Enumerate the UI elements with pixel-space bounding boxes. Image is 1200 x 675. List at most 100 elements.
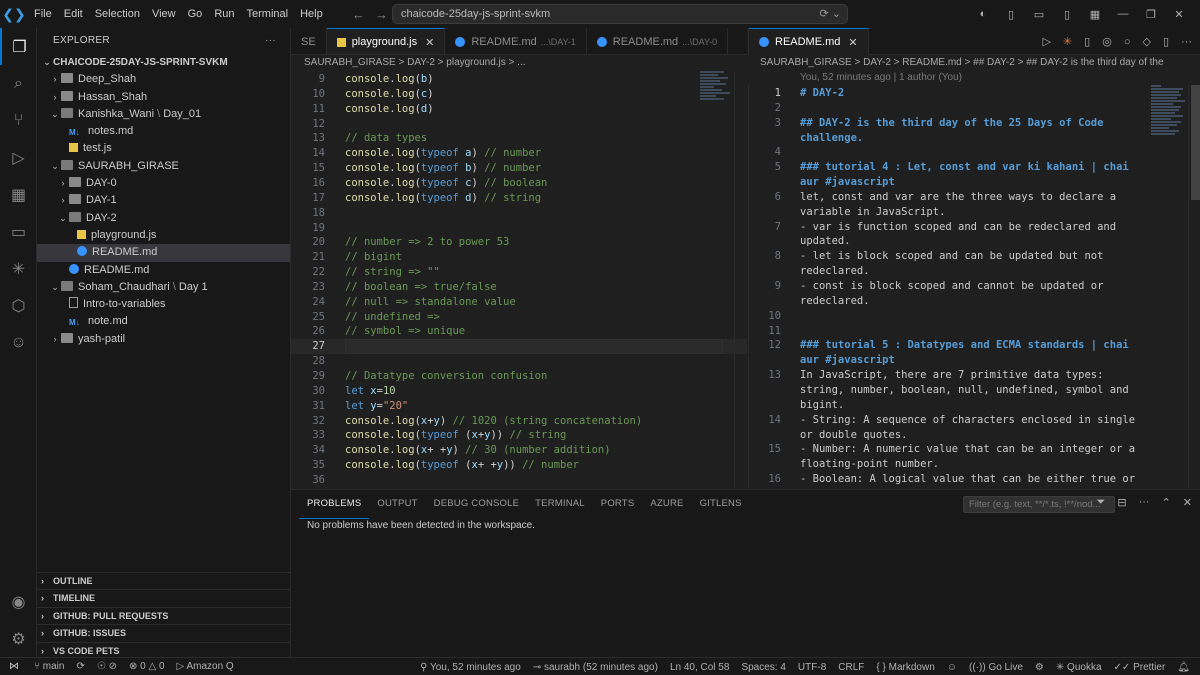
- markdown-line[interactable]: 6 let, const and var are the three ways t…: [749, 190, 1151, 220]
- tab-azure[interactable]: AZURE: [642, 490, 691, 518]
- code-line[interactable]: 14 console.log(typeof a) // number: [291, 146, 747, 161]
- git-blame-annotation[interactable]: You, 52 minutes ago | 1 author (You): [748, 71, 1188, 85]
- more-actions-icon[interactable]: ···: [1139, 496, 1150, 509]
- markdown-line[interactable]: 4: [749, 145, 1151, 160]
- cursor-position[interactable]: Ln 40, Col 58: [664, 662, 736, 673]
- tab-output[interactable]: OUTPUT: [369, 490, 425, 518]
- tree-file[interactable]: M↓ note.md: [37, 313, 290, 330]
- section-outline[interactable]: › OUTLINE: [37, 572, 291, 589]
- tab-ports[interactable]: PORTS: [593, 490, 643, 518]
- breadcrumb-readme[interactable]: SAURABH_GIRASE > DAY-2 > README.md > ## …: [748, 55, 1200, 71]
- tree-folder[interactable]: › DAY-1: [37, 192, 290, 209]
- code-line[interactable]: 24 // null => standalone value: [291, 295, 747, 310]
- close-panel-icon[interactable]: ✕: [1183, 496, 1192, 509]
- open-preview-icon[interactable]: ▯: [1084, 35, 1090, 48]
- run-debug-icon[interactable]: ▷: [0, 139, 37, 176]
- tree-folder[interactable]: › Deep_Shah: [37, 71, 290, 88]
- code-line[interactable]: 26 // symbol => unique: [291, 324, 747, 339]
- tab-debug-console[interactable]: DEBUG CONSOLE: [426, 490, 527, 518]
- gitlens-icon[interactable]: ⬡: [0, 287, 37, 324]
- tree-folder[interactable]: › Hassan_Shah: [37, 89, 290, 106]
- problems-filter-input[interactable]: Filter (e.g. text, **/*.ts, !**/nod...: [963, 496, 1115, 513]
- prettier-status[interactable]: ✓✓ Prettier: [1108, 662, 1172, 673]
- explorer-icon[interactable]: ❐: [0, 28, 37, 65]
- code-line[interactable]: 29 // Datatype conversion confusion: [291, 369, 747, 384]
- maximize-panel-icon[interactable]: ⌃: [1162, 496, 1171, 509]
- commit-author-indicator[interactable]: ⊸ saurabh (52 minutes ago): [527, 662, 664, 673]
- problems-indicator[interactable]: ⊗ 0 △ 0: [123, 661, 171, 672]
- tab-terminal[interactable]: TERMINAL: [527, 490, 593, 518]
- code-line[interactable]: 17 console.log(typeof d) // string: [291, 191, 747, 206]
- minimap[interactable]: [700, 71, 734, 111]
- minimap-readme[interactable]: [1151, 85, 1187, 165]
- markdown-line[interactable]: 2: [749, 101, 1151, 116]
- menu-go[interactable]: Go: [182, 0, 209, 28]
- encoding[interactable]: UTF-8: [792, 662, 832, 673]
- command-center[interactable]: chaicode-25day-js-sprint-svkm ⟳ ⌄: [392, 4, 848, 24]
- markdown-line[interactable]: 13 In JavaScript, there are 7 primitive d…: [749, 368, 1151, 413]
- code-line[interactable]: 28: [291, 354, 747, 369]
- layout-icon[interactable]: ▦: [1084, 8, 1106, 21]
- code-line[interactable]: 31 let y="20": [291, 399, 747, 414]
- tree-folder[interactable]: › DAY-0: [37, 175, 290, 192]
- tree-file[interactable]: README.md: [37, 262, 290, 279]
- more-actions-icon[interactable]: ···: [1181, 36, 1192, 48]
- markdown-line[interactable]: 12 ### tutorial 5 : Datatypes and ECMA st…: [749, 338, 1151, 368]
- code-line[interactable]: 10 console.log(c): [291, 87, 747, 102]
- section-timeline[interactable]: › TIMELINE: [37, 589, 291, 606]
- settings-gear-icon[interactable]: ⚙: [0, 620, 37, 657]
- copilot-icon[interactable]: ☺: [941, 662, 963, 673]
- markdown-line[interactable]: 5 ### tutorial 4 : Let, const and var ki …: [749, 160, 1151, 190]
- code-line[interactable]: 33 console.log(typeof (x+y)) // string: [291, 428, 747, 443]
- blame-indicator[interactable]: ⚲ You, 52 minutes ago: [414, 662, 527, 673]
- menu-help[interactable]: Help: [294, 0, 329, 28]
- copilot-chat-icon[interactable]: ☺: [0, 324, 37, 361]
- tab-readme-day2[interactable]: README.md ✕: [749, 28, 869, 55]
- code-line[interactable]: 12: [291, 117, 747, 132]
- tree-file[interactable]: playground.js: [37, 227, 290, 244]
- previous-change-icon[interactable]: ○: [1124, 36, 1131, 48]
- tree-file[interactable]: Intro-to-variables: [37, 296, 290, 313]
- code-line[interactable]: 27: [291, 339, 747, 355]
- code-line[interactable]: 35 console.log(typeof (x+ +y)) // number: [291, 458, 747, 473]
- code-line[interactable]: 30 let x=10: [291, 384, 747, 399]
- markdown-editor[interactable]: 1 # DAY-2 2 3 ## DAY-2 is the third day of t…: [748, 85, 1151, 488]
- indentation[interactable]: Spaces: 4: [735, 662, 791, 673]
- toggle-sidebar-icon[interactable]: ▯: [1000, 8, 1022, 21]
- remote-explorer-icon[interactable]: ▭: [0, 213, 37, 250]
- markdown-line[interactable]: 7 - var is function scoped and can be red…: [749, 220, 1151, 250]
- close-window-icon[interactable]: ✕: [1168, 8, 1190, 21]
- sync-icon[interactable]: ⟳: [70, 661, 90, 672]
- code-line[interactable]: 13 // data types: [291, 131, 747, 146]
- toggle-secondary-sidebar-icon[interactable]: ▯: [1056, 8, 1078, 21]
- scrollbar-readme[interactable]: [1188, 85, 1200, 488]
- tree-folder[interactable]: ⌄ SAURABH_GIRASE: [37, 158, 290, 175]
- markdown-line[interactable]: 3 ## DAY-2 is the third day of the 25 Day…: [749, 116, 1151, 146]
- restore-icon[interactable]: ❐: [1140, 8, 1162, 21]
- tab-playground-js[interactable]: playground.js ✕: [326, 28, 446, 54]
- scrollbar-thumb[interactable]: [1191, 85, 1200, 200]
- tab-readme-day0[interactable]: README.md ...\DAY-0: [587, 28, 729, 54]
- section-github-pull-requests[interactable]: › GITHUB: PULL REQUESTS: [37, 606, 291, 624]
- accounts-icon[interactable]: ◉: [0, 583, 37, 620]
- tab-overflow[interactable]: SE: [291, 28, 327, 54]
- tab-gitlens[interactable]: GITLENS: [692, 490, 750, 518]
- markdown-line[interactable]: 9 - const is block scoped and cannot be u…: [749, 279, 1151, 309]
- menu-edit[interactable]: Edit: [58, 0, 89, 28]
- code-line[interactable]: 18: [291, 206, 747, 221]
- copilot-icon[interactable]: ◐: [972, 8, 994, 20]
- markdown-line[interactable]: 16 - Boolean: A logical value that can be…: [749, 472, 1151, 488]
- code-line[interactable]: 15 console.log(typeof b) // number: [291, 161, 747, 176]
- notifications-bell-icon[interactable]: 🔔︎: [1171, 662, 1196, 673]
- menu-view[interactable]: View: [146, 0, 182, 28]
- extensions-icon[interactable]: ▦: [0, 176, 37, 213]
- menu-run[interactable]: Run: [208, 0, 240, 28]
- amazon-q-indicator[interactable]: ▷ Amazon Q: [171, 661, 240, 672]
- code-line[interactable]: 16 console.log(typeof c) // boolean: [291, 176, 747, 191]
- close-icon[interactable]: ✕: [425, 36, 434, 49]
- workspace-root[interactable]: ⌄ CHAICODE-25DAY-JS-SPRINT-SVKM: [37, 54, 290, 71]
- markdown-line[interactable]: 1 # DAY-2: [749, 86, 1151, 101]
- collapse-all-icon[interactable]: ⊟: [1117, 496, 1126, 509]
- minimize-icon[interactable]: —: [1112, 8, 1134, 20]
- copilot-chevron-icon[interactable]: ⟳ ⌄: [820, 7, 842, 20]
